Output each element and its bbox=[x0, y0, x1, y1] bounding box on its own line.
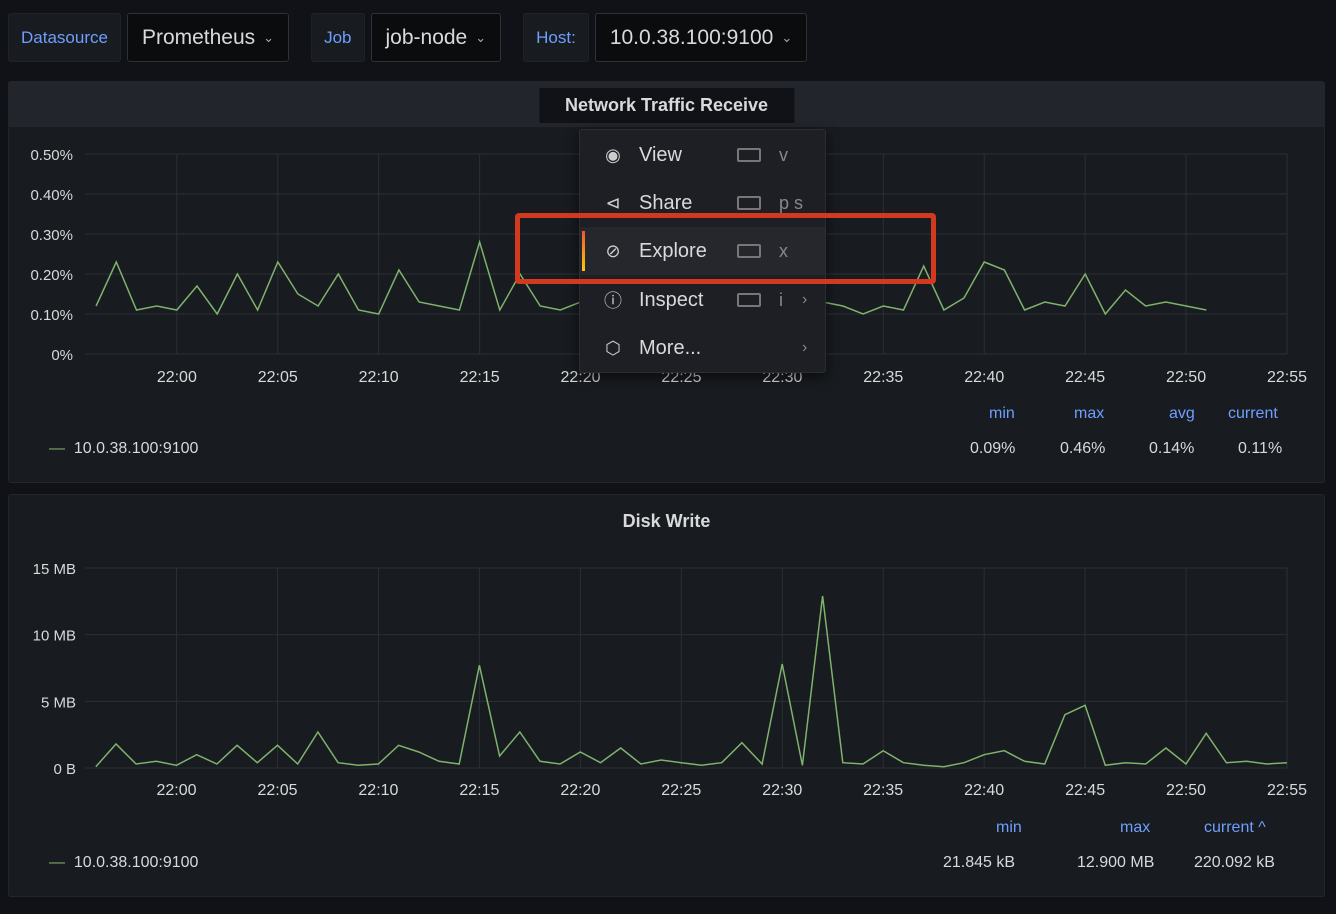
stat-avg: 0.14% bbox=[1149, 440, 1195, 457]
chevron-down-icon: ⌄ bbox=[781, 29, 793, 45]
x-tick-label: 22:40 bbox=[964, 369, 1004, 386]
panel-disk-write: Disk Write 0 B5 MB 10 MB 15 MB 22:00 22:05 22… bbox=[8, 494, 1325, 897]
x-tick-label: 22:05 bbox=[257, 782, 297, 799]
job-label: Job bbox=[311, 13, 365, 62]
menu-item-view[interactable]: ◉ View v bbox=[580, 131, 825, 179]
datasource-label: Datasource bbox=[8, 13, 121, 62]
menu-label: Inspect bbox=[639, 288, 704, 311]
host-value: 10.0.38.100:9100 bbox=[609, 25, 774, 49]
y-tick-label: 0.30% bbox=[30, 227, 73, 244]
keyboard-icon bbox=[737, 148, 761, 162]
variables-bar: Datasource Prometheus ⌄ Job job-node ⌄ Hos… bbox=[8, 13, 823, 62]
chevron-down-icon: ⌄ bbox=[475, 29, 487, 45]
x-tick-label: 22:55 bbox=[1267, 782, 1307, 799]
x-tick-label: 22:15 bbox=[460, 369, 500, 386]
menu-label: More... bbox=[639, 336, 702, 359]
x-tick-label: 22:45 bbox=[1065, 782, 1105, 799]
stat-header-min[interactable]: min bbox=[996, 819, 1022, 837]
x-tick-label: 22:35 bbox=[863, 782, 903, 799]
stat-min: 21.845 kB bbox=[943, 854, 1016, 871]
keyboard-icon bbox=[737, 196, 761, 210]
stat-header-current[interactable]: current ^ bbox=[1204, 819, 1266, 837]
host-select[interactable]: 10.0.38.100:9100 ⌄ bbox=[594, 13, 808, 62]
stat-min: 0.09% bbox=[970, 440, 1016, 457]
chevron-right-icon: › bbox=[802, 291, 808, 308]
datasource-value: Prometheus bbox=[141, 25, 256, 49]
series-line bbox=[95, 595, 1288, 768]
y-tick-label: 10 MB bbox=[33, 628, 76, 645]
chevron-down-icon: ⌄ bbox=[263, 29, 275, 45]
series-color-icon: — bbox=[49, 854, 65, 871]
cube-icon: ⬡ bbox=[605, 337, 621, 358]
x-tick-label: 22:25 bbox=[661, 782, 701, 799]
stat-current: 220.092 kB bbox=[1194, 854, 1275, 871]
datasource-select[interactable]: Prometheus ⌄ bbox=[126, 13, 290, 62]
x-tick-label: 22:40 bbox=[964, 782, 1004, 799]
x-tick-label: 22:00 bbox=[157, 782, 197, 799]
y-tick-label: 0% bbox=[51, 347, 73, 364]
legend-item[interactable]: — 10.0.38.100:9100 bbox=[49, 440, 198, 458]
y-tick-label: 0.10% bbox=[30, 307, 73, 324]
legend-label: 10.0.38.100:9100 bbox=[73, 440, 199, 457]
y-tick-label: 5 MB bbox=[41, 694, 76, 711]
menu-label: Share bbox=[639, 191, 693, 214]
stat-header-current[interactable]: current bbox=[1228, 405, 1278, 423]
x-tick-label: 22:10 bbox=[358, 782, 398, 799]
x-tick-label: 22:35 bbox=[863, 369, 903, 386]
y-tick-label: 0.50% bbox=[30, 147, 73, 164]
menu-label: View bbox=[639, 143, 682, 166]
shortcut: p s bbox=[779, 192, 804, 213]
x-tick-label: 22:15 bbox=[459, 782, 499, 799]
host-label: Host: bbox=[523, 13, 589, 62]
stat-max: 0.46% bbox=[1060, 440, 1106, 457]
job-select[interactable]: job-node ⌄ bbox=[370, 13, 502, 62]
x-tick-label: 22:00 bbox=[157, 369, 197, 386]
disk-write-chart: 0 B 5 MB 10 MB 15 MB 22:00 22:05 22:10 22:15 22:… bbox=[33, 561, 1307, 799]
shortcut: v bbox=[779, 144, 788, 165]
x-tick-label: 22:50 bbox=[1166, 782, 1206, 799]
stat-header-max[interactable]: max bbox=[1074, 405, 1104, 423]
share-icon: ⊲ bbox=[605, 192, 621, 213]
x-tick-label: 22:50 bbox=[1166, 369, 1206, 386]
series-color-icon: — bbox=[49, 440, 65, 457]
eye-icon: ◉ bbox=[605, 144, 621, 165]
x-tick-label: 22:20 bbox=[560, 782, 600, 799]
y-tick-label: 0 B bbox=[53, 761, 76, 778]
menu-item-more[interactable]: ⬡ More... › bbox=[580, 324, 825, 372]
x-tick-label: 22:05 bbox=[258, 369, 298, 386]
keyboard-icon bbox=[737, 293, 761, 307]
y-tick-label: 15 MB bbox=[33, 561, 76, 578]
legend-label: 10.0.38.100:9100 bbox=[73, 854, 199, 871]
stat-current: 0.11% bbox=[1238, 440, 1283, 457]
job-value: job-node bbox=[385, 25, 468, 49]
y-tick-label: 0.40% bbox=[30, 187, 73, 204]
chevron-right-icon: › bbox=[802, 339, 808, 356]
shortcut: i bbox=[779, 289, 783, 310]
explore-highlight-box bbox=[515, 213, 936, 284]
stat-header-avg[interactable]: avg bbox=[1169, 405, 1195, 423]
stat-max: 12.900 MB bbox=[1077, 854, 1155, 871]
x-tick-label: 22:10 bbox=[359, 369, 399, 386]
stat-header-max[interactable]: max bbox=[1120, 819, 1150, 837]
y-tick-label: 0.20% bbox=[30, 267, 73, 284]
x-tick-label: 22:30 bbox=[762, 782, 802, 799]
legend-item[interactable]: — 10.0.38.100:9100 bbox=[49, 854, 198, 872]
info-icon: ⓘ bbox=[604, 291, 622, 311]
x-tick-label: 22:55 bbox=[1267, 369, 1307, 386]
stat-header-min[interactable]: min bbox=[989, 405, 1015, 423]
x-tick-label: 22:45 bbox=[1065, 369, 1105, 386]
